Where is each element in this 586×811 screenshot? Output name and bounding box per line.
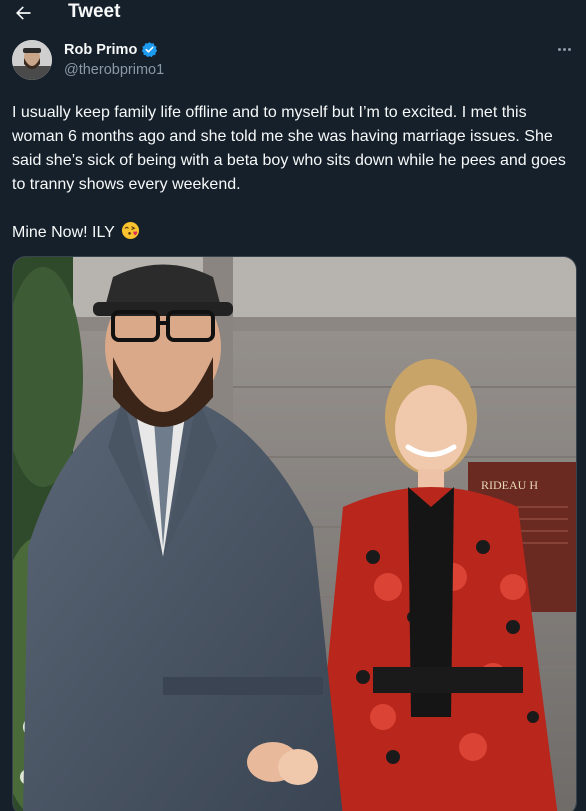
- page-title: Tweet: [68, 1, 121, 22]
- more-options-icon[interactable]: [552, 40, 576, 58]
- photo-image: RIDEAU H: [13, 257, 576, 811]
- sign-text: RIDEAU H: [481, 478, 538, 492]
- tweet-text: I usually keep family life offline and t…: [12, 101, 576, 245]
- back-button[interactable]: [12, 2, 34, 24]
- arrow-left-icon: [16, 6, 31, 20]
- verified-badge-icon: [141, 41, 158, 58]
- author-name[interactable]: Rob Primo: [64, 42, 137, 58]
- author-handle[interactable]: @therobprimo1: [64, 62, 164, 78]
- author-name-row: Rob Primo: [64, 41, 158, 58]
- tweet-paragraph: I usually keep family life offline and t…: [12, 104, 566, 193]
- tweet-paragraph: Mine Now! ILY: [12, 221, 576, 245]
- tweet-photo[interactable]: RIDEAU H: [12, 256, 577, 811]
- avatar[interactable]: [12, 40, 52, 80]
- face-blowing-kiss-icon: [121, 221, 140, 240]
- avatar-image: [12, 40, 52, 80]
- tweet-detail-page: Tweet Rob Primo @therobprimo1 I usually …: [0, 0, 586, 811]
- top-bar: Tweet: [0, 0, 586, 26]
